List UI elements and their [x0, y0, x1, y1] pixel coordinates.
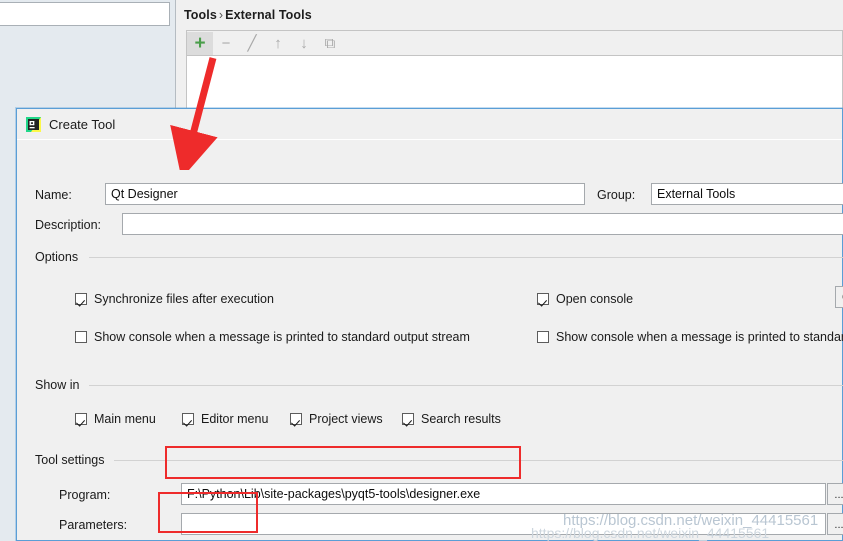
option-show-console-stdout[interactable]: Show console when a message is printed t… [75, 330, 470, 344]
remove-button[interactable]: − [213, 32, 239, 55]
checkbox-icon[interactable] [402, 413, 414, 425]
sidebar-item[interactable]: r [0, 60, 26, 74]
dialog-title-bar: Create Tool [17, 109, 842, 140]
tool-settings-legend: Tool settings [35, 453, 111, 467]
group-input[interactable]: External Tools [651, 183, 843, 205]
option-label: Show console when a message is printed t… [94, 330, 470, 344]
breadcrumb-separator: › [218, 8, 224, 22]
create-tool-dialog: Create Tool Name: Qt Designer Group: Ext… [16, 108, 843, 541]
breadcrumb: Tools › External Tools [184, 8, 312, 22]
name-input[interactable]: Qt Designer [105, 183, 585, 205]
showin-label: Editor menu [201, 412, 269, 426]
option-label: Synchronize files after execution [94, 292, 274, 306]
move-down-icon: ↓ [300, 34, 308, 52]
checkbox-icon[interactable] [182, 413, 194, 425]
move-up-button[interactable]: ↑ [265, 32, 291, 55]
move-up-icon: ↑ [274, 34, 282, 52]
program-label: Program: [59, 488, 111, 502]
copy-button[interactable]: ⧉ [317, 32, 343, 55]
sidebar-item[interactable]: ap [0, 38, 26, 52]
tool-settings-divider [114, 460, 843, 461]
dialog-title: Create Tool [49, 116, 116, 132]
edit-icon: ╱ [247, 34, 257, 52]
copy-icon: ⧉ [324, 34, 336, 52]
option-label: Open console [556, 292, 634, 306]
checkbox-icon[interactable] [75, 331, 87, 343]
program-input[interactable]: F:\Python\Lib\site-packages\pyqt5-tools\… [181, 483, 826, 505]
options-legend: Options [35, 250, 85, 264]
parameters-browse-button[interactable]: ... [827, 513, 843, 535]
screenshot-root: aprnsonct:Exuago BWminabTegra&nolnolnotv… [0, 0, 843, 541]
checkbox-icon[interactable] [537, 331, 549, 343]
external-tools-toolbar: + − ╱ ↑ ↓ ⧉ [186, 30, 843, 55]
showin-label: Main menu [94, 412, 156, 426]
showin-search-results[interactable]: Search results [402, 412, 501, 426]
breadcrumb-root[interactable]: Tools [184, 8, 217, 22]
add-button[interactable]: + [187, 31, 213, 55]
dialog-body: Name: Qt Designer Group: External Tools … [17, 140, 843, 541]
move-down-button[interactable]: ↓ [291, 32, 317, 55]
parameters-input[interactable] [181, 513, 826, 535]
option-synchronize-files[interactable]: Synchronize files after execution [75, 292, 274, 306]
name-label: Name: [35, 188, 72, 202]
description-input[interactable] [122, 213, 843, 235]
add-icon: + [194, 32, 206, 54]
output-filters-button[interactable]: O [835, 286, 843, 308]
showin-label: Search results [421, 412, 501, 426]
showin-project-views[interactable]: Project views [290, 412, 383, 426]
checkbox-icon[interactable] [290, 413, 302, 425]
group-label: Group: [597, 188, 636, 202]
option-show-console-stderr[interactable]: Show console when a message is printed t… [537, 330, 843, 344]
description-label: Description: [35, 218, 101, 232]
show-in-divider [89, 385, 843, 386]
options-divider [89, 257, 843, 258]
checkbox-icon[interactable] [537, 293, 549, 305]
showin-label: Project views [309, 412, 383, 426]
showin-editor-menu[interactable]: Editor menu [182, 412, 268, 426]
remove-icon: − [221, 34, 231, 52]
checkbox-icon[interactable] [75, 413, 87, 425]
breadcrumb-current: External Tools [225, 8, 312, 22]
settings-search-input[interactable] [0, 2, 170, 26]
option-open-console[interactable]: Open console [537, 292, 633, 306]
edit-button[interactable]: ╱ [239, 32, 265, 55]
show-in-legend: Show in [35, 378, 86, 392]
pycharm-icon [26, 116, 41, 132]
sidebar-item[interactable]: ns [0, 84, 26, 98]
parameters-label: Parameters: [59, 518, 128, 532]
option-label: Show console when a message is printed t… [556, 330, 843, 344]
showin-main-menu[interactable]: Main menu [75, 412, 156, 426]
program-browse-button[interactable]: ... [827, 483, 843, 505]
checkbox-icon[interactable] [75, 293, 87, 305]
